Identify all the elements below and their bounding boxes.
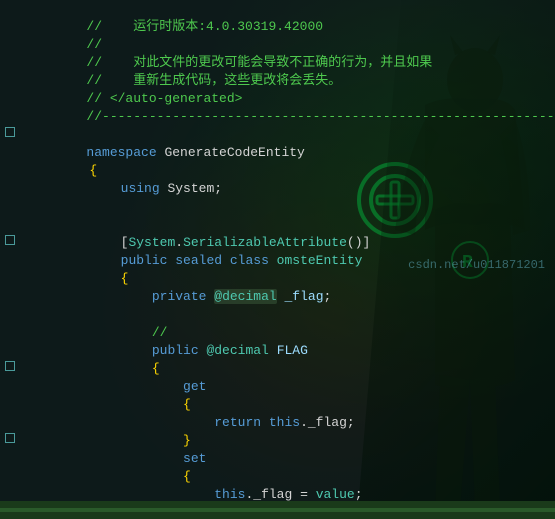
collapse-button-class[interactable] [5, 235, 15, 245]
code-line-5: // </auto-generated> [0, 72, 555, 90]
gutter-20 [0, 342, 20, 343]
gutter-28 [0, 486, 20, 487]
gutter-23 [0, 396, 20, 397]
code-line-27: this._flag = value; [0, 468, 555, 486]
gutter-15 [0, 252, 20, 253]
code-line-14: public sealed class omsteEntity [0, 234, 555, 252]
editor-container: R // 运行时版本:4.0.30319.42000 // // 对此文 [0, 0, 555, 519]
code-line-6: //--------------------------------------… [0, 90, 555, 108]
code-line-21: get [0, 360, 555, 378]
gutter-9 [0, 144, 20, 145]
code-line-8: namespace GenerateCodeEntity [0, 126, 555, 144]
code-line-24: } [0, 414, 555, 432]
gutter-4 [0, 54, 20, 55]
gutter-14 [0, 234, 20, 245]
code-line-12 [0, 198, 555, 216]
gutter-7 [0, 108, 20, 109]
gutter-12 [0, 198, 20, 199]
gutter-22 [0, 378, 20, 379]
gutter-8 [0, 126, 20, 137]
code-line-23: return this._flag; [0, 396, 555, 414]
code-line-15: { [0, 252, 555, 270]
line-content-7 [20, 108, 555, 126]
code-line-25: set [0, 432, 555, 450]
gutter-25 [0, 432, 20, 443]
gutter-11 [0, 180, 20, 181]
line-content-12 [23, 198, 555, 216]
code-line-13: [System.SerializableAttribute()] [0, 216, 555, 234]
code-line-11 [0, 180, 555, 198]
gutter-19 [0, 324, 20, 325]
line-content-17 [23, 288, 555, 306]
gutter-6 [0, 90, 20, 91]
gutter-10 [0, 162, 20, 163]
gutter-1 [0, 0, 20, 1]
code-area: // 运行时版本:4.0.30319.42000 // // 对此文件的更改可能… [0, 0, 555, 519]
collapse-button-namespace[interactable] [5, 127, 15, 137]
gutter-13 [0, 216, 20, 217]
collapse-button-set[interactable] [5, 433, 15, 443]
code-line-18: // [0, 306, 555, 324]
status-bar [0, 501, 555, 519]
code-line-10: using System; [0, 162, 555, 180]
code-line-26: { [0, 450, 555, 468]
gutter-26 [0, 450, 20, 451]
code-line-7 [0, 108, 555, 126]
code-line-19: public @decimal FLAG [0, 324, 555, 342]
code-line-16: private @decimal _flag; [0, 270, 555, 288]
gutter-2 [0, 18, 20, 19]
code-line-4: // 重新生成代码，这些更改将会丢失。 [0, 54, 555, 72]
code-line-22: { [0, 378, 555, 396]
gutter-16 [0, 270, 20, 271]
code-line-20: { [0, 342, 555, 360]
code-line-3: // 对此文件的更改可能会导致不正确的行为，并且如果 [0, 36, 555, 54]
status-bar-content [0, 508, 555, 512]
collapse-button-get[interactable] [5, 361, 15, 371]
code-line-9: { [0, 144, 555, 162]
gutter-24 [0, 414, 20, 415]
gutter-3 [0, 36, 20, 37]
code-line-17 [0, 288, 555, 306]
gutter-17 [0, 288, 20, 289]
line-content-11 [23, 180, 555, 198]
code-line-2: // [0, 18, 555, 36]
gutter-18 [0, 306, 20, 307]
gutter-27 [0, 468, 20, 469]
code-line-1: // 运行时版本:4.0.30319.42000 [0, 0, 555, 18]
gutter-5 [0, 72, 20, 73]
gutter-21 [0, 360, 20, 371]
